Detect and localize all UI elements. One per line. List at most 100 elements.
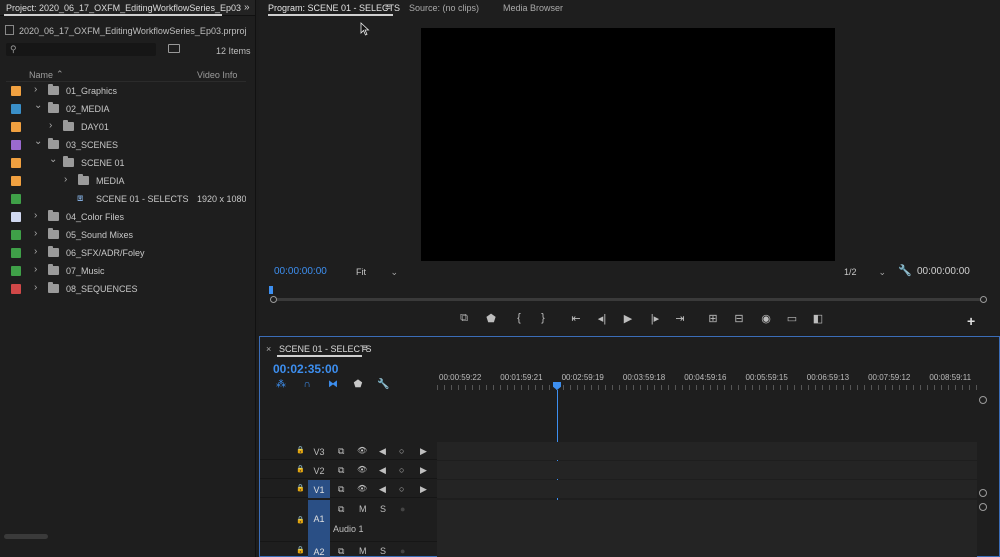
source-patch-a1[interactable]: A1 [308, 500, 330, 542]
sync-lock-icon[interactable]: ⧉ [338, 446, 344, 457]
new-search-bin-icon[interactable] [168, 44, 180, 53]
sync-lock-icon[interactable]: ⧉ [338, 546, 344, 557]
snap-magnet-icon[interactable]: ∩ [301, 379, 313, 390]
list-item[interactable]: ⌄ 03_SCENES [0, 136, 246, 154]
monitor-playhead[interactable] [269, 286, 273, 294]
color-label[interactable] [11, 284, 21, 294]
eye-icon[interactable]: 👁 [357, 465, 367, 474]
go-to-in-button[interactable]: ⇤ [568, 312, 584, 325]
chevron-right-icon[interactable]: › [49, 120, 52, 131]
zoom-handle-left[interactable] [270, 296, 277, 303]
panel-menu-icon[interactable]: ≡ [385, 2, 391, 13]
microphone-icon[interactable]: ● [400, 504, 405, 514]
chevron-right-icon[interactable]: › [34, 264, 37, 275]
timeline-settings-wrench-icon[interactable]: 🔧 [377, 379, 389, 390]
tab-media-browser[interactable]: Media Browser [503, 3, 563, 13]
list-item[interactable]: ⌄ SCENE 01 [0, 154, 246, 172]
project-scrollbar[interactable] [4, 534, 48, 539]
track-content-area[interactable] [437, 500, 977, 542]
settings-wrench-icon[interactable]: 🔧 [898, 264, 912, 277]
resolution-dropdown[interactable]: 1/2 ⌄ [844, 267, 886, 277]
program-video-frame[interactable] [421, 28, 835, 261]
chevron-right-icon[interactable]: › [34, 84, 37, 95]
color-label[interactable] [11, 158, 21, 168]
list-item[interactable]: › 04_Color Files [0, 208, 246, 226]
list-item[interactable]: › DAY01 [0, 118, 246, 136]
lock-icon[interactable]: 🔒 [296, 446, 305, 454]
panel-overflow-icon[interactable]: » [244, 2, 250, 13]
column-header-video-info[interactable]: Video Info [197, 70, 237, 80]
zoom-handle-right[interactable] [980, 296, 987, 303]
source-patch-a2[interactable]: A2 [308, 542, 330, 557]
lock-icon[interactable]: 🔒 [296, 546, 305, 554]
microphone-icon[interactable]: ● [400, 546, 405, 556]
list-item[interactable]: › MEDIA [0, 172, 246, 190]
chevron-down-icon[interactable]: ⌄ [34, 100, 42, 111]
color-label[interactable] [11, 194, 21, 204]
eye-icon[interactable]: 👁 [357, 484, 367, 493]
playhead-timecode[interactable]: 00:00:00:00 [274, 266, 327, 277]
add-button-icon[interactable]: + [967, 313, 975, 329]
search-input[interactable] [6, 43, 156, 56]
keyframe-next-icon[interactable]: ▶ [420, 446, 427, 457]
video-scroll-handle-top[interactable] [979, 396, 987, 404]
audio-scroll-handle-top[interactable] [979, 503, 987, 511]
tab-source[interactable]: Source: (no clips) [409, 3, 479, 13]
keyframe-next-icon[interactable]: ▶ [420, 465, 427, 476]
play-button[interactable]: ▶ [620, 312, 636, 325]
fit-dropdown[interactable]: Fit ⌄ [356, 267, 398, 277]
extract-button[interactable]: ⊟ [731, 312, 747, 325]
video-scroll-handle-bottom[interactable] [979, 489, 987, 497]
chevron-right-icon[interactable]: › [34, 228, 37, 239]
color-label[interactable] [11, 230, 21, 240]
color-label[interactable] [11, 266, 21, 276]
keyframe-prev-icon[interactable]: ◀ [379, 446, 386, 457]
color-label[interactable] [11, 86, 21, 96]
vr-video-button[interactable]: ▭ [784, 312, 800, 325]
mark-in-button[interactable]: { [511, 312, 527, 324]
lock-icon[interactable]: 🔒 [296, 516, 305, 524]
color-label[interactable] [11, 248, 21, 258]
list-item[interactable]: › 07_Music [0, 262, 246, 280]
step-forward-button[interactable]: |▸ [647, 312, 663, 325]
sync-lock-icon[interactable]: ⧉ [338, 504, 344, 515]
track-target-v3[interactable]: V3 [308, 442, 330, 460]
color-label[interactable] [11, 176, 21, 186]
track-content-area[interactable] [437, 542, 977, 557]
chevron-down-icon[interactable]: ⌄ [34, 136, 42, 147]
chevron-right-icon[interactable]: › [34, 246, 37, 257]
keyframe-add-icon[interactable]: ○ [399, 446, 404, 456]
color-label[interactable] [11, 104, 21, 114]
timeline-tab[interactable]: SCENE 01 - SELECTS [279, 344, 372, 354]
column-header-name[interactable]: Name [29, 70, 53, 80]
track-content-area[interactable] [437, 480, 977, 498]
export-frame-camera-icon[interactable]: ◉ [758, 312, 774, 325]
panel-menu-icon[interactable]: ≡ [362, 343, 368, 354]
lock-icon[interactable]: 🔒 [296, 484, 305, 492]
list-item[interactable]: › 05_Sound Mixes [0, 226, 246, 244]
mute-button[interactable]: M [359, 504, 367, 514]
tab-program[interactable]: Program: SCENE 01 - SELECTS [268, 3, 400, 13]
comparison-view-button[interactable]: ◧ [810, 312, 826, 325]
add-marker-icon[interactable]: ⬟ [352, 379, 364, 390]
project-tab[interactable]: Project: 2020_06_17_OXFM_EditingWorkflow… [6, 3, 241, 13]
keyframe-next-icon[interactable]: ▶ [420, 484, 427, 495]
keyframe-prev-icon[interactable]: ◀ [379, 465, 386, 476]
go-to-out-button[interactable]: ⇥ [672, 312, 688, 325]
chevron-right-icon[interactable]: › [34, 282, 37, 293]
mark-out-button[interactable]: } [535, 312, 551, 324]
list-item[interactable]: › 06_SFX/ADR/Foley [0, 244, 246, 262]
close-icon[interactable]: × [266, 344, 271, 354]
linked-selection-icon[interactable]: ⧓ [327, 379, 339, 390]
track-target-v2[interactable]: V2 [308, 461, 330, 479]
color-label[interactable] [11, 122, 21, 132]
eye-icon[interactable]: 👁 [357, 446, 367, 455]
lift-button[interactable]: ⊞ [705, 312, 721, 325]
color-label[interactable] [11, 140, 21, 150]
chevron-down-icon[interactable]: ⌄ [49, 154, 57, 165]
list-item[interactable]: ⧆ SCENE 01 - SELECTS 1920 x 1080 ( [0, 190, 246, 208]
list-item[interactable]: › 08_SEQUENCES [0, 280, 246, 298]
keyframe-add-icon[interactable]: ○ [399, 465, 404, 475]
source-patch-v1[interactable]: V1 [308, 480, 330, 498]
sync-lock-icon[interactable]: ⧉ [338, 465, 344, 476]
